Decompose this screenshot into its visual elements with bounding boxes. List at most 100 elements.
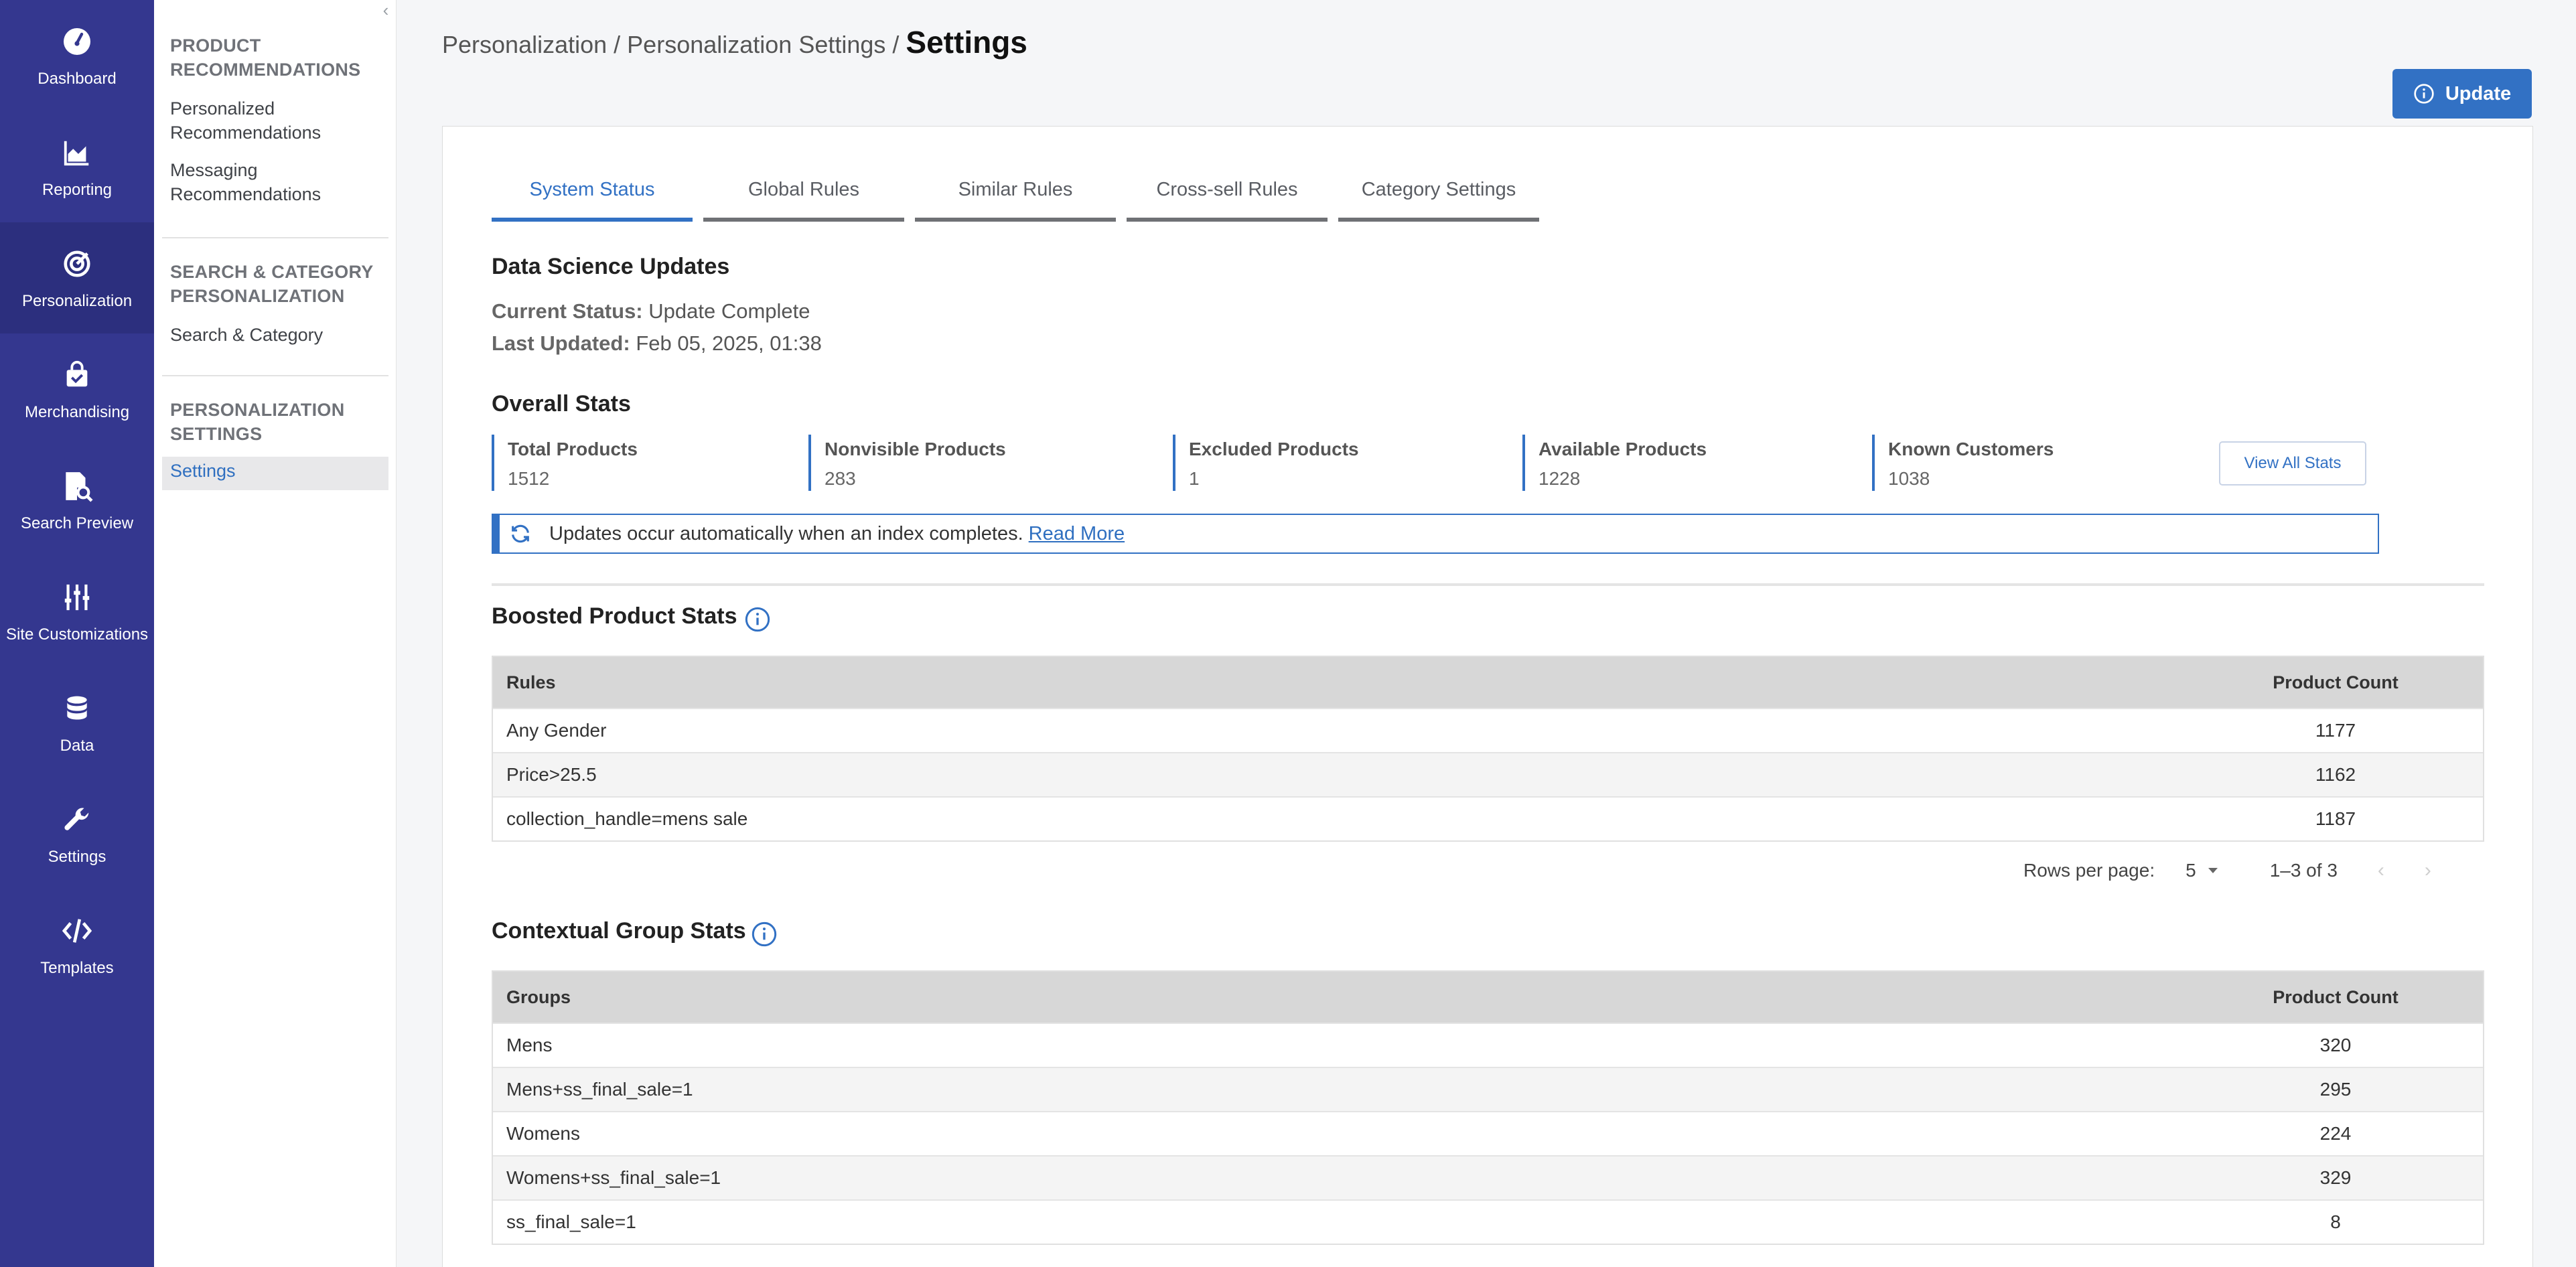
wrench-icon (58, 801, 96, 838)
target-icon (58, 245, 96, 283)
subnav-messaging-recommendations[interactable]: Messaging Recommendations (170, 158, 321, 206)
breadcrumb-separator: / (607, 31, 628, 58)
search-document-icon (58, 467, 96, 505)
data-science-title: Data Science Updates (492, 254, 730, 279)
group-name: ss_final_sale=1 (506, 1211, 636, 1232)
section-divider (492, 583, 2484, 586)
breadcrumb-personalization-settings[interactable]: Personalization Settings (627, 31, 885, 58)
table-row: Any Gender 1177 (493, 708, 2483, 752)
banner-text: Updates occur automatically when an inde… (549, 522, 1023, 544)
group-name: Womens+ss_final_sale=1 (506, 1167, 721, 1188)
section-title-line: SETTINGS (170, 424, 263, 444)
product-count: 1177 (2315, 720, 2356, 741)
nav-label: Site Customizations (5, 625, 149, 644)
nav-dashboard[interactable]: Dashboard (0, 0, 154, 111)
stat-available-products: Available Products 1228 (1522, 435, 1707, 491)
section-title-line: PERSONALIZATION (170, 400, 345, 420)
nav-search-preview[interactable]: Search Preview (0, 445, 154, 556)
table-row: ss_final_sale=1 8 (493, 1199, 2483, 1244)
group-name: Mens+ss_final_sale=1 (506, 1079, 693, 1100)
info-icon[interactable] (751, 921, 778, 948)
tab-similar-rules[interactable]: Similar Rules (915, 167, 1116, 222)
boosted-pagination: Rows per page: 5 1–3 of 3 ‹ › (2023, 859, 2431, 882)
nav-label: Search Preview (20, 514, 134, 532)
table-row: Mens 320 (493, 1023, 2483, 1067)
tab-system-status[interactable]: System Status (492, 167, 693, 222)
page-title: Settings (906, 25, 1027, 60)
last-updated: Last Updated: Feb 05, 2025, 01:38 (492, 331, 822, 356)
nav-label: Templates (40, 959, 114, 977)
stat-total-products: Total Products 1512 (492, 435, 638, 491)
section-title-line: RECOMMENDATIONS (170, 60, 361, 80)
nav-site-customizations[interactable]: Site Customizations (0, 556, 154, 667)
link-line: Messaging (170, 160, 258, 180)
nav-label: Merchandising (24, 403, 130, 421)
settings-card: System Status Global Rules Similar Rules… (442, 126, 2533, 1267)
contextual-stats-title: Contextual Group Stats (492, 918, 746, 944)
column-header-product-count[interactable]: Product Count (2188, 987, 2483, 1008)
tab-category-settings[interactable]: Category Settings (1338, 167, 1539, 222)
breadcrumb: Personalization / Personalization Settin… (442, 24, 1027, 60)
nav-templates[interactable]: Templates (0, 889, 154, 1000)
update-button-label: Update (2445, 82, 2512, 104)
rows-per-page-label: Rows per page: (2023, 860, 2155, 881)
nav-reporting[interactable]: Reporting (0, 111, 154, 222)
product-count: 295 (2319, 1079, 2352, 1100)
view-all-stats-button[interactable]: View All Stats (2219, 441, 2366, 486)
table-row: Womens+ss_final_sale=1 329 (493, 1155, 2483, 1199)
nav-label: Data (60, 737, 94, 755)
section-title-personalization-settings: PERSONALIZATION SETTINGS (170, 398, 345, 446)
nav-label: Dashboard (38, 70, 117, 88)
rule-name: Any Gender (506, 720, 607, 741)
refresh-icon (512, 524, 529, 543)
next-page-icon[interactable]: › (2425, 859, 2431, 882)
read-more-link[interactable]: Read More (1029, 523, 1125, 545)
group-name: Womens (506, 1123, 580, 1144)
product-count: 8 (2330, 1211, 2341, 1232)
overall-stats-title: Overall Stats (492, 391, 631, 417)
code-icon (58, 912, 96, 950)
subnav-personalized-recommendations[interactable]: Personalized Recommendations (170, 96, 321, 145)
column-header-groups[interactable]: Groups (493, 987, 2188, 1008)
collapse-sidebar-icon[interactable]: ‹ (377, 1, 395, 19)
section-title-product-recommendations: PRODUCT RECOMMENDATIONS (170, 33, 361, 82)
nav-settings[interactable]: Settings (0, 778, 154, 889)
nav-label: Settings (48, 848, 106, 866)
contextual-stats-table: Groups Product Count Mens 320 Mens+ss_fi… (492, 970, 2484, 1245)
update-button[interactable]: Update (2392, 69, 2532, 119)
product-count: 1187 (2315, 808, 2356, 829)
section-divider (162, 237, 388, 238)
dashboard-gauge-icon (58, 23, 96, 60)
link-line: Personalized (170, 98, 275, 119)
nav-merchandising[interactable]: Merchandising (0, 333, 154, 445)
section-divider (162, 375, 388, 376)
product-count: 320 (2319, 1035, 2352, 1055)
page-range: 1–3 of 3 (2269, 860, 2338, 881)
breadcrumb-personalization[interactable]: Personalization (442, 31, 607, 58)
column-header-product-count[interactable]: Product Count (2188, 672, 2483, 693)
stat-value: 283 (825, 468, 856, 489)
section-title-line: PERSONALIZATION (170, 286, 345, 306)
nav-data[interactable]: Data (0, 667, 154, 778)
nav-label: Personalization (21, 292, 133, 310)
info-icon[interactable] (744, 606, 771, 633)
link-line: Recommendations (170, 184, 321, 204)
boosted-stats-table: Rules Product Count Any Gender 1177 Pric… (492, 656, 2484, 842)
table-header: Groups Product Count (493, 972, 2483, 1023)
rows-per-page-select[interactable]: 5 (2186, 860, 2219, 881)
caret-down-icon (2208, 868, 2218, 873)
subnav-search-category[interactable]: Search & Category (170, 323, 323, 347)
column-header-rules[interactable]: Rules (493, 672, 2188, 693)
tab-global-rules[interactable]: Global Rules (703, 167, 904, 222)
nav-personalization[interactable]: Personalization (0, 222, 154, 333)
last-updated-label: Last Updated: (492, 331, 630, 355)
main-nav-rail: Dashboard Reporting Personalization Merc… (0, 0, 154, 1267)
previous-page-icon[interactable]: ‹ (2378, 859, 2384, 882)
stat-label: Total Products (508, 439, 638, 459)
subnav-settings[interactable]: Settings (162, 457, 388, 490)
stat-value: 1038 (1888, 468, 1930, 489)
group-name: Mens (506, 1035, 553, 1055)
table-row: Womens 224 (493, 1111, 2483, 1155)
update-info-banner: Updates occur automatically when an inde… (492, 514, 2379, 554)
tab-cross-sell-rules[interactable]: Cross-sell Rules (1127, 167, 1328, 222)
